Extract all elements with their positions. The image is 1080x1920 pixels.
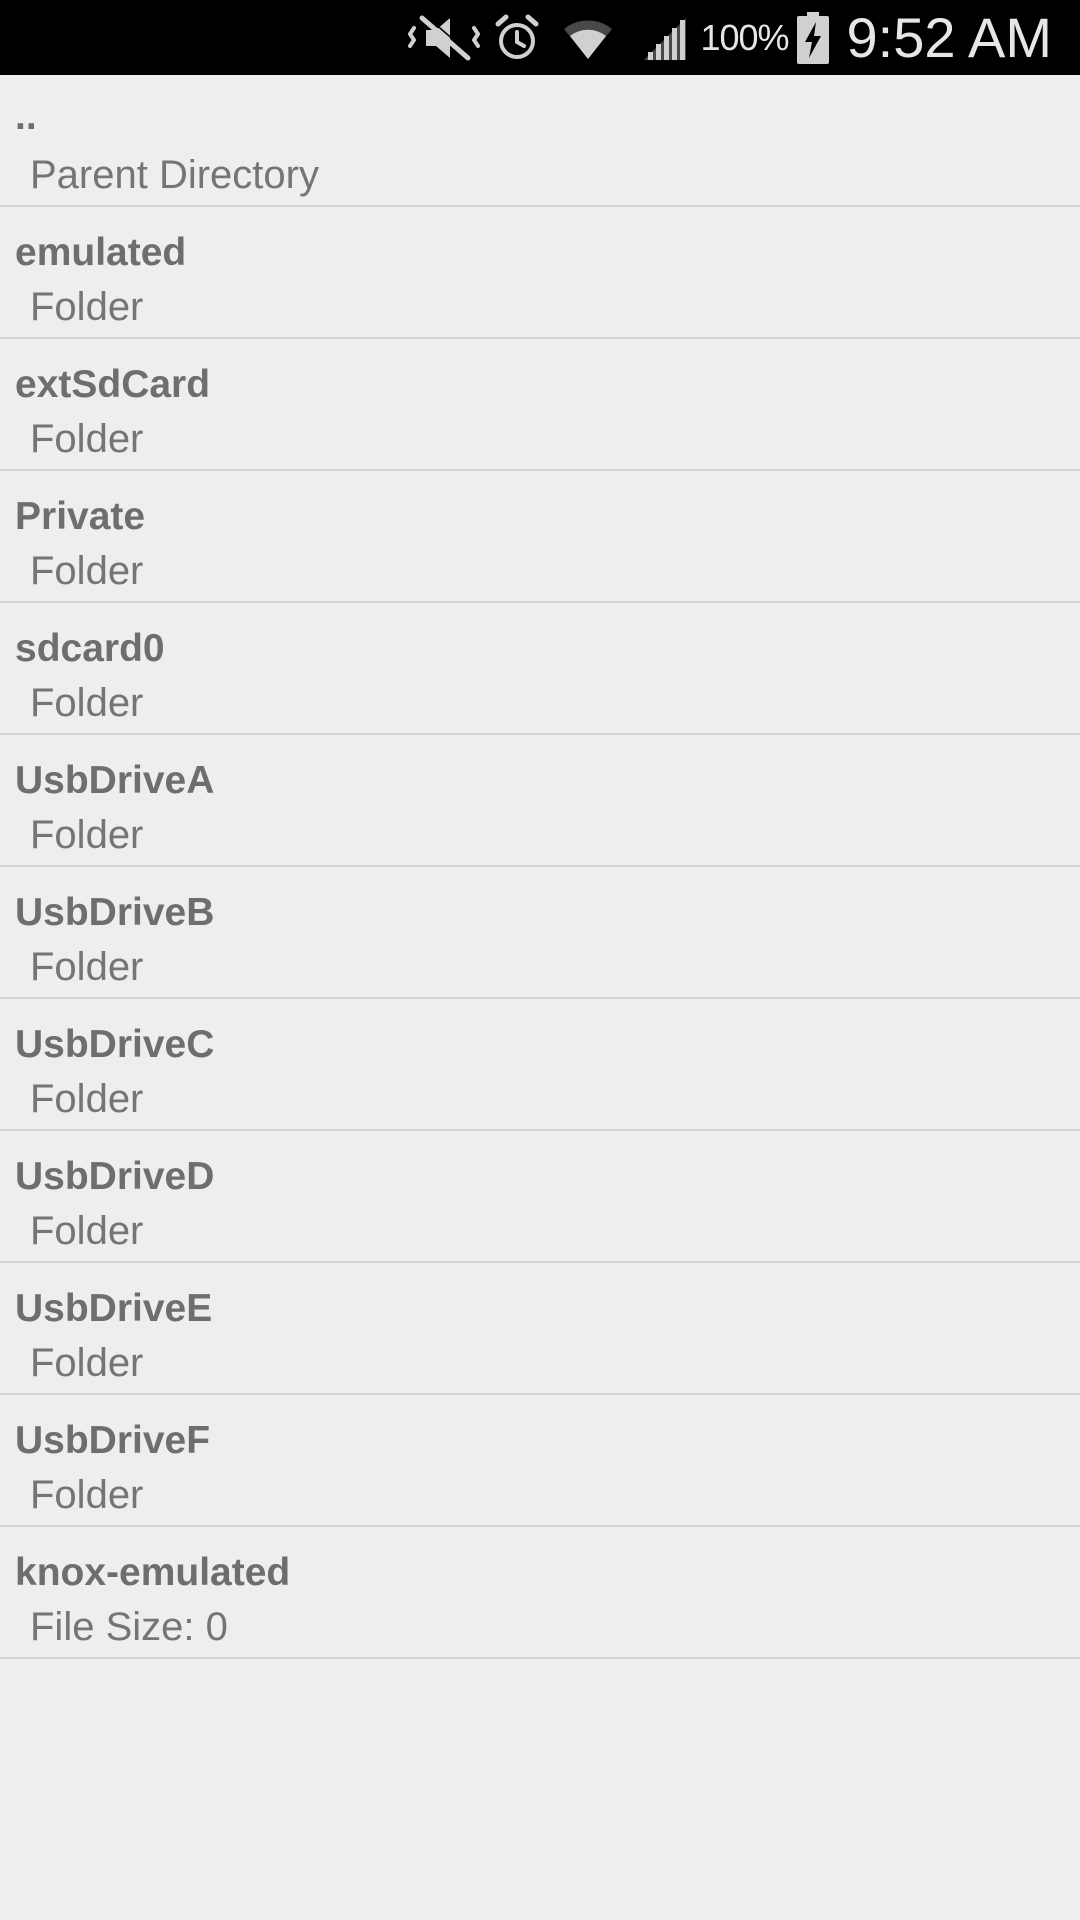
item-name: knox-emulated (15, 1551, 291, 1594)
list-item-folder[interactable]: UsbDriveD Folder (0, 1131, 1080, 1263)
item-name: UsbDriveA (15, 759, 215, 802)
status-bar: 100% 9:52 AM (0, 0, 1080, 75)
list-item-folder[interactable]: Private Folder (0, 471, 1080, 603)
item-name: sdcard0 (15, 627, 165, 670)
item-name: emulated (15, 231, 187, 274)
file-list: .. Parent Directory emulated Folder extS… (0, 75, 1080, 1659)
mute-vibrate-icon (408, 13, 481, 62)
list-item-folder[interactable]: UsbDriveC Folder (0, 999, 1080, 1131)
item-description: File Size: 0 (30, 1605, 228, 1649)
item-description: Folder (30, 945, 144, 989)
list-item-folder[interactable]: sdcard0 Folder (0, 603, 1080, 735)
list-item-file[interactable]: knox-emulated File Size: 0 (0, 1527, 1080, 1659)
list-item-folder[interactable]: UsbDriveA Folder (0, 735, 1080, 867)
list-item-folder[interactable]: extSdCard Folder (0, 339, 1080, 471)
item-description: Folder (30, 1077, 144, 1121)
battery-percent: 100% (700, 16, 789, 58)
list-item-folder[interactable]: emulated Folder (0, 207, 1080, 339)
battery-charging-icon (796, 11, 829, 64)
item-description: Parent Directory (30, 153, 319, 197)
item-name: UsbDriveE (15, 1287, 213, 1330)
item-name: UsbDriveF (15, 1419, 211, 1462)
item-name: extSdCard (15, 363, 211, 406)
item-description: Folder (30, 813, 144, 857)
wifi-icon (562, 15, 614, 61)
alarm-icon (494, 14, 540, 62)
clock: 9:52 AM (846, 6, 1052, 69)
list-item-folder[interactable]: UsbDriveF Folder (0, 1395, 1080, 1527)
item-name: UsbDriveC (15, 1023, 215, 1066)
item-description: Folder (30, 549, 144, 593)
item-name: Private (15, 495, 146, 538)
item-name: UsbDriveD (15, 1155, 215, 1198)
status-icons: 100% 9:52 AM (408, 0, 1052, 75)
item-description: Folder (30, 1341, 144, 1385)
cell-signal-icon (642, 14, 688, 62)
list-item-folder[interactable]: UsbDriveE Folder (0, 1263, 1080, 1395)
item-name: UsbDriveB (15, 891, 215, 934)
list-item-folder[interactable]: UsbDriveB Folder (0, 867, 1080, 999)
item-name: .. (15, 95, 37, 138)
item-description: Folder (30, 1473, 144, 1517)
item-description: Folder (30, 1209, 144, 1253)
item-description: Folder (30, 417, 144, 461)
item-description: Folder (30, 285, 144, 329)
list-item-parent-directory[interactable]: .. Parent Directory (0, 75, 1080, 207)
item-description: Folder (30, 681, 144, 725)
